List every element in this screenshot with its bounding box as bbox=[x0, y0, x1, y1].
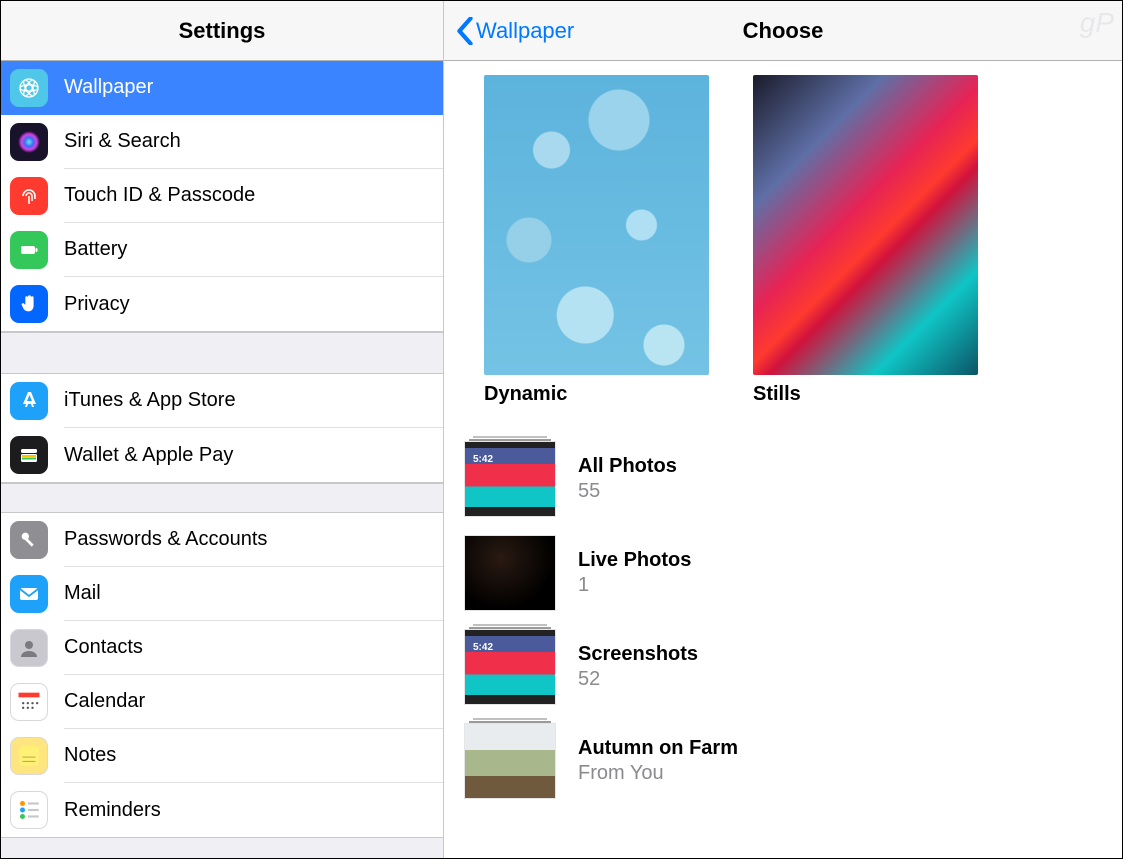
sidebar-item-mail[interactable]: Mail bbox=[1, 567, 443, 621]
wallpaper-thumb bbox=[753, 75, 978, 375]
hand-icon bbox=[10, 285, 48, 323]
sidebar-item-passwords[interactable]: Passwords & Accounts bbox=[1, 513, 443, 567]
detail-title: Choose bbox=[743, 18, 824, 44]
sidebar-item-label: Wallpaper bbox=[64, 61, 443, 115]
notes-icon bbox=[10, 737, 48, 775]
fingerprint-icon bbox=[10, 177, 48, 215]
album-name: All Photos bbox=[578, 455, 677, 478]
album-count: 1 bbox=[578, 574, 691, 597]
sidebar-item-itunes[interactable]: iTunes & App Store bbox=[1, 374, 443, 428]
album-info: Live Photos1 bbox=[578, 549, 691, 597]
sidebar-item-reminders[interactable]: Reminders bbox=[1, 783, 443, 837]
sidebar-item-label: Wallet & Apple Pay bbox=[64, 428, 443, 482]
sidebar-title: Settings bbox=[1, 1, 443, 61]
sidebar-item-label: Touch ID & Passcode bbox=[64, 169, 443, 223]
album-thumb: 5:42 bbox=[464, 441, 556, 517]
calendar-icon bbox=[10, 683, 48, 721]
siri-icon bbox=[10, 123, 48, 161]
detail-pane: Wallpaper Choose gP Dynamic Stills 5:42 Al… bbox=[444, 1, 1122, 858]
mail-icon bbox=[10, 575, 48, 613]
back-button[interactable]: Wallpaper bbox=[456, 1, 574, 60]
album-count: 52 bbox=[578, 668, 698, 691]
key-icon bbox=[10, 521, 48, 559]
settings-sidebar: Settings WallpaperSiri & SearchTouch ID … bbox=[1, 1, 444, 858]
album-thumb bbox=[464, 723, 556, 799]
chevron-left-icon bbox=[456, 17, 474, 45]
sidebar-item-label: Privacy bbox=[64, 277, 443, 331]
sidebar-item-label: Battery bbox=[64, 223, 443, 277]
wallpaper-icon bbox=[10, 69, 48, 107]
reminders-icon bbox=[10, 791, 48, 829]
detail-body: Dynamic Stills 5:42 All Photos55 Live Photo… bbox=[444, 61, 1122, 858]
wallpaper-category-label: Stills bbox=[753, 383, 978, 406]
album-name: Autumn on Farm bbox=[578, 737, 738, 760]
thumb-timestamp: 5:42 bbox=[473, 642, 493, 653]
sidebar-item-notes[interactable]: Notes bbox=[1, 729, 443, 783]
album-list: 5:42 All Photos55 Live Photos1 5:42 Screensh… bbox=[444, 406, 1122, 808]
sidebar-item-label: Passwords & Accounts bbox=[64, 513, 443, 567]
battery-icon bbox=[10, 231, 48, 269]
sidebar-item-label: Reminders bbox=[64, 783, 443, 837]
album-thumb bbox=[464, 535, 556, 611]
wallpaper-thumb bbox=[484, 75, 709, 375]
sidebar-item-touchid[interactable]: Touch ID & Passcode bbox=[1, 169, 443, 223]
back-label: Wallpaper bbox=[476, 18, 574, 44]
album-autumn[interactable]: Autumn on FarmFrom You bbox=[464, 714, 1122, 808]
album-all[interactable]: 5:42 All Photos55 bbox=[464, 432, 1122, 526]
album-count: From You bbox=[578, 762, 738, 785]
album-name: Screenshots bbox=[578, 643, 698, 666]
contacts-icon bbox=[10, 629, 48, 667]
sidebar-item-label: iTunes & App Store bbox=[64, 374, 443, 428]
album-thumb: 5:42 bbox=[464, 629, 556, 705]
wallpaper-category-stills[interactable]: Stills bbox=[753, 75, 978, 406]
wallpaper-category-dynamic[interactable]: Dynamic bbox=[484, 75, 709, 406]
sidebar-item-label: Notes bbox=[64, 729, 443, 783]
sidebar-item-label: Contacts bbox=[64, 621, 443, 675]
album-count: 55 bbox=[578, 480, 677, 503]
sidebar-item-calendar[interactable]: Calendar bbox=[1, 675, 443, 729]
wallpaper-category-label: Dynamic bbox=[484, 383, 709, 406]
thumb-timestamp: 5:42 bbox=[473, 454, 493, 465]
sidebar-item-label: Calendar bbox=[64, 675, 443, 729]
album-name: Live Photos bbox=[578, 549, 691, 572]
sidebar-item-label: Siri & Search bbox=[64, 115, 443, 169]
album-info: Autumn on FarmFrom You bbox=[578, 737, 738, 785]
album-info: Screenshots52 bbox=[578, 643, 698, 691]
sidebar-item-wallet[interactable]: Wallet & Apple Pay bbox=[1, 428, 443, 482]
sidebar-item-battery[interactable]: Battery bbox=[1, 223, 443, 277]
appstore-icon bbox=[10, 382, 48, 420]
sidebar-item-siri[interactable]: Siri & Search bbox=[1, 115, 443, 169]
watermark: gP bbox=[1080, 7, 1114, 39]
sidebar-item-label: Mail bbox=[64, 567, 443, 621]
detail-header: Wallpaper Choose gP bbox=[444, 1, 1122, 61]
wallpaper-categories: Dynamic Stills bbox=[444, 61, 1122, 406]
wallet-icon bbox=[10, 436, 48, 474]
album-info: All Photos55 bbox=[578, 455, 677, 503]
sidebar-item-contacts[interactable]: Contacts bbox=[1, 621, 443, 675]
sidebar-item-privacy[interactable]: Privacy bbox=[1, 277, 443, 331]
sidebar-item-wallpaper[interactable]: Wallpaper bbox=[1, 61, 443, 115]
album-live[interactable]: Live Photos1 bbox=[464, 526, 1122, 620]
album-screenshots[interactable]: 5:42 Screenshots52 bbox=[464, 620, 1122, 714]
